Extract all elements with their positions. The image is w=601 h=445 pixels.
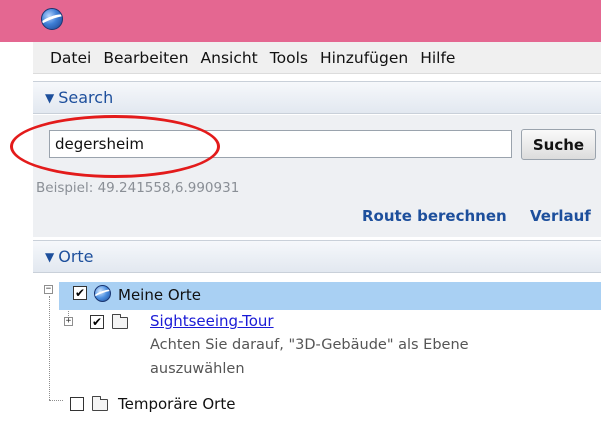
collapse-tree-icon[interactable]: −	[44, 285, 53, 294]
checkbox-sightseeing-tour[interactable]: ✔	[90, 315, 104, 329]
sightseeing-description: Achten Sie darauf, "3D-Gebäude" als Eben…	[150, 337, 469, 353]
search-button[interactable]: Suche	[521, 129, 596, 160]
menu-hilfe[interactable]: Hilfe	[420, 49, 455, 67]
places-panel-header[interactable]: ▼ Orte	[33, 240, 601, 273]
search-header-label: Search	[58, 88, 114, 107]
search-panel-header[interactable]: ▼ Search	[33, 81, 601, 114]
menu-tools[interactable]: Tools	[270, 49, 308, 67]
tree-connector-line	[49, 400, 63, 401]
search-input[interactable]	[49, 130, 512, 158]
folder-icon	[92, 396, 108, 411]
folder-icon	[112, 314, 128, 329]
tree-connector-line	[49, 296, 50, 400]
history-link[interactable]: Verlauf	[530, 207, 591, 225]
checkbox-temporaere-orte[interactable]	[70, 397, 84, 411]
google-earth-icon	[41, 8, 63, 30]
menu-datei[interactable]: Datei	[50, 49, 91, 67]
menu-hinzufuegen[interactable]: Hinzufügen	[320, 49, 408, 67]
places-header-label: Orte	[58, 247, 94, 266]
menu-bearbeiten[interactable]: Bearbeiten	[103, 49, 188, 67]
expand-tree-icon[interactable]: +	[64, 317, 73, 326]
menu-ansicht[interactable]: Ansicht	[201, 49, 258, 67]
tree-item-meine-orte[interactable]: Meine Orte	[118, 286, 201, 304]
collapse-triangle-icon: ▼	[45, 90, 55, 105]
menu-bar: Datei Bearbeiten Ansicht Tools Hinzufüge…	[33, 42, 601, 74]
search-hint: Beispiel: 49.241558,6.990931	[36, 180, 240, 196]
checkbox-meine-orte[interactable]: ✔	[73, 286, 87, 300]
collapse-triangle-icon: ▼	[45, 249, 55, 264]
route-link[interactable]: Route berechnen	[362, 207, 507, 225]
title-bar	[0, 0, 601, 42]
tree-item-temporaere-orte[interactable]: Temporäre Orte	[118, 395, 235, 413]
tree-item-sightseeing-tour[interactable]: Sightseeing-Tour	[150, 312, 274, 330]
sightseeing-description: auszuwählen	[150, 361, 245, 377]
globe-icon	[94, 285, 111, 302]
